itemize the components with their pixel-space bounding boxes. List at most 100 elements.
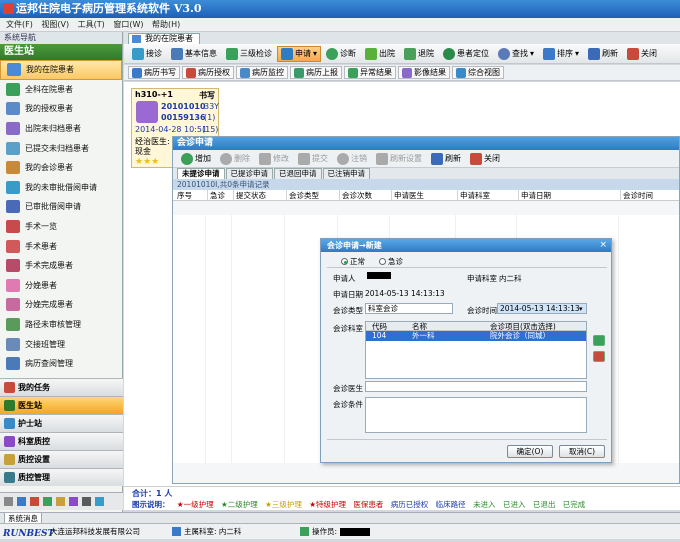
sidebar-group-nurse[interactable]: 护士站 <box>0 414 123 432</box>
sidebar-item-handover[interactable]: 交接班管理 <box>0 334 122 354</box>
receive-button[interactable]: 接诊 <box>128 46 166 62</box>
sidebar-item-pending-loans[interactable]: 我的未审批借阅申请 <box>0 178 122 198</box>
sidebar-item-my-inpatients[interactable]: 我的在院患者 <box>0 60 122 80</box>
col-consult-count[interactable]: 会诊次数 <box>339 190 372 201</box>
menu-help[interactable]: 帮助(H) <box>152 18 180 32</box>
consult-refresh-button[interactable]: 刷新 <box>427 151 465 167</box>
ok-button[interactable]: 确定(O) <box>507 445 553 458</box>
col-consult-item[interactable]: 会诊项目(双击选择) <box>490 322 556 331</box>
close-icon <box>627 47 640 60</box>
add-row-button[interactable] <box>593 335 605 346</box>
record-report-button[interactable]: 病历上报 <box>290 66 342 79</box>
sidebar-group-doctor[interactable]: 医生站 <box>0 396 123 414</box>
col-seq[interactable]: 序号 <box>175 190 192 201</box>
sidebar-item-surgery-done[interactable]: 手术完成患者 <box>0 256 122 276</box>
apply-button[interactable]: 申请 ▾ <box>277 45 322 62</box>
close-icon[interactable]: × <box>599 239 607 252</box>
col-consult-type[interactable]: 会诊类型 <box>286 190 319 201</box>
tab-returned[interactable]: 已退回申请 <box>274 168 322 179</box>
consult-time-field[interactable]: 2014-05-13 14:13:13 <box>497 303 587 314</box>
consult-dept-grid[interactable]: 代码 名称 会诊项目(双击选择) 104 外一科 院外会诊（同城） <box>365 321 587 379</box>
record-write-button[interactable]: 病历书写 <box>128 66 180 79</box>
sidebar-group-qc-manage[interactable]: 质控管理 <box>0 468 123 486</box>
col-submit-status[interactable]: 提交状态 <box>233 190 266 201</box>
sidebar-item-my-consults[interactable]: 我的会诊患者 <box>0 158 122 178</box>
sidebar-item-pathway[interactable]: 路径未审核管理 <box>0 315 122 335</box>
col-doctor[interactable]: 申请医生 <box>391 190 424 201</box>
radio-urgent[interactable]: 急诊 <box>379 256 403 267</box>
consult-type-field[interactable]: 科室会诊 <box>365 303 453 314</box>
consult-close-button[interactable]: 关闭 <box>466 151 504 167</box>
overview-button[interactable]: 综合视图 <box>452 66 504 79</box>
locate-icon <box>443 47 456 60</box>
delete-button[interactable]: 删除 <box>216 151 254 167</box>
consult-condition-field[interactable] <box>365 397 587 433</box>
sidebar-item-surgery-list[interactable]: 手术一览 <box>0 217 122 237</box>
sidebar-item-discharged-unfiled[interactable]: 出院未归档患者 <box>0 119 122 139</box>
sidebar-group-my-tasks[interactable]: 我的任务 <box>0 378 123 396</box>
cancel-button[interactable]: 取消(C) <box>559 445 605 458</box>
sort-button[interactable]: 排序 ▾ <box>539 46 583 62</box>
sidebar-item-all-inpatients[interactable]: 全科在院患者 <box>0 80 122 100</box>
edit-button[interactable]: 修改 <box>255 151 293 167</box>
menu-file[interactable]: 文件(F) <box>6 18 33 32</box>
tab-cancelled[interactable]: 已注销申请 <box>322 168 370 179</box>
remove-row-button[interactable] <box>593 351 605 362</box>
add-button[interactable]: 增加 <box>177 151 215 167</box>
shortcut-icon[interactable] <box>56 497 65 506</box>
sidebar-item-delivery-done[interactable]: 分娩完成患者 <box>0 295 122 315</box>
discharge-button[interactable]: 出院 <box>361 46 399 62</box>
col-code[interactable]: 代码 <box>372 322 387 331</box>
refresh-button[interactable]: 刷新 <box>584 46 622 62</box>
diagnosis-button[interactable]: 诊断 <box>322 46 360 62</box>
shortcut-icon[interactable] <box>82 497 91 506</box>
col-dept[interactable]: 申请科室 <box>457 190 490 201</box>
menu-tools[interactable]: 工具(T) <box>78 18 105 32</box>
radio-normal[interactable]: 正常 <box>341 256 365 267</box>
basic-info-button[interactable]: 基本信息 <box>167 46 221 62</box>
write-label[interactable]: 书写 <box>199 90 215 101</box>
sidebar-item-record-review[interactable]: 病历查阅管理 <box>0 354 122 374</box>
col-name[interactable]: 名称 <box>412 322 427 331</box>
sidebar-item-surgery-patients[interactable]: 手术患者 <box>0 236 122 256</box>
shortcut-icon[interactable] <box>4 497 13 506</box>
find-button[interactable]: 查找 ▾ <box>494 46 538 62</box>
close-button[interactable]: 关闭 <box>623 46 661 62</box>
shortcut-icon[interactable] <box>43 497 52 506</box>
tab-my-inpatients[interactable]: 我的在院患者 <box>128 33 200 44</box>
col-consult-time[interactable]: 会诊时间 <box>620 190 653 201</box>
withdraw-button[interactable]: 退院 <box>400 46 438 62</box>
locate-patient-button[interactable]: 患者定位 <box>439 46 493 62</box>
refresh-settings-button[interactable]: 刷新设置 <box>372 151 426 167</box>
record-monitor-button[interactable]: 病历监控 <box>236 66 288 79</box>
shortcut-icon[interactable] <box>69 497 78 506</box>
shortcut-icon[interactable] <box>17 497 26 506</box>
sidebar-group-qc-settings[interactable]: 质控设置 <box>0 450 123 468</box>
menu-view[interactable]: 视图(V) <box>41 18 69 32</box>
sidebar-item-submitted-unfiled[interactable]: 已提交未归档患者 <box>0 138 122 158</box>
image-results-button[interactable]: 影像结果 <box>398 66 450 79</box>
consult-doctor-field[interactable] <box>365 381 587 392</box>
col-urgent[interactable]: 急诊 <box>207 190 225 201</box>
menu-window[interactable]: 窗口(W) <box>113 18 143 32</box>
consult-doctor-label: 会诊医生 <box>333 384 363 393</box>
abnormal-results-button[interactable]: 异常结果 <box>344 66 396 79</box>
record-summary: 20101010I,共0条申请记录 <box>173 179 679 190</box>
chevron-down-icon[interactable]: ▾ <box>579 305 583 313</box>
record-authorize-button[interactable]: 病历授权 <box>182 66 234 79</box>
sidebar-item-delivery[interactable]: 分娩患者 <box>0 276 122 296</box>
tab-unsubmitted[interactable]: 未提诊申请 <box>177 168 225 179</box>
apply-date-value: 2014-05-13 14:13:13 <box>365 289 445 298</box>
table-row[interactable]: 104 外一科 院外会诊（同城） <box>366 331 586 341</box>
sidebar-item-authorized[interactable]: 我的授权患者 <box>0 99 122 119</box>
sidebar-group-dept-qc[interactable]: 科室质控 <box>0 432 123 450</box>
legend-not-entered: 未进入 <box>473 500 496 509</box>
shortcut-icon[interactable] <box>30 497 39 506</box>
sidebar-item-approved-loans[interactable]: 已审批借阅申请 <box>0 197 122 217</box>
tab-submitted[interactable]: 已提诊申请 <box>225 168 273 179</box>
col-apply-date[interactable]: 申请日期 <box>518 190 551 201</box>
three-level-check-button[interactable]: 三级检诊 <box>222 46 276 62</box>
shortcut-icon[interactable] <box>95 497 104 506</box>
submit-button[interactable]: 提交 <box>294 151 332 167</box>
cancel-record-button[interactable]: 注销 <box>333 151 371 167</box>
